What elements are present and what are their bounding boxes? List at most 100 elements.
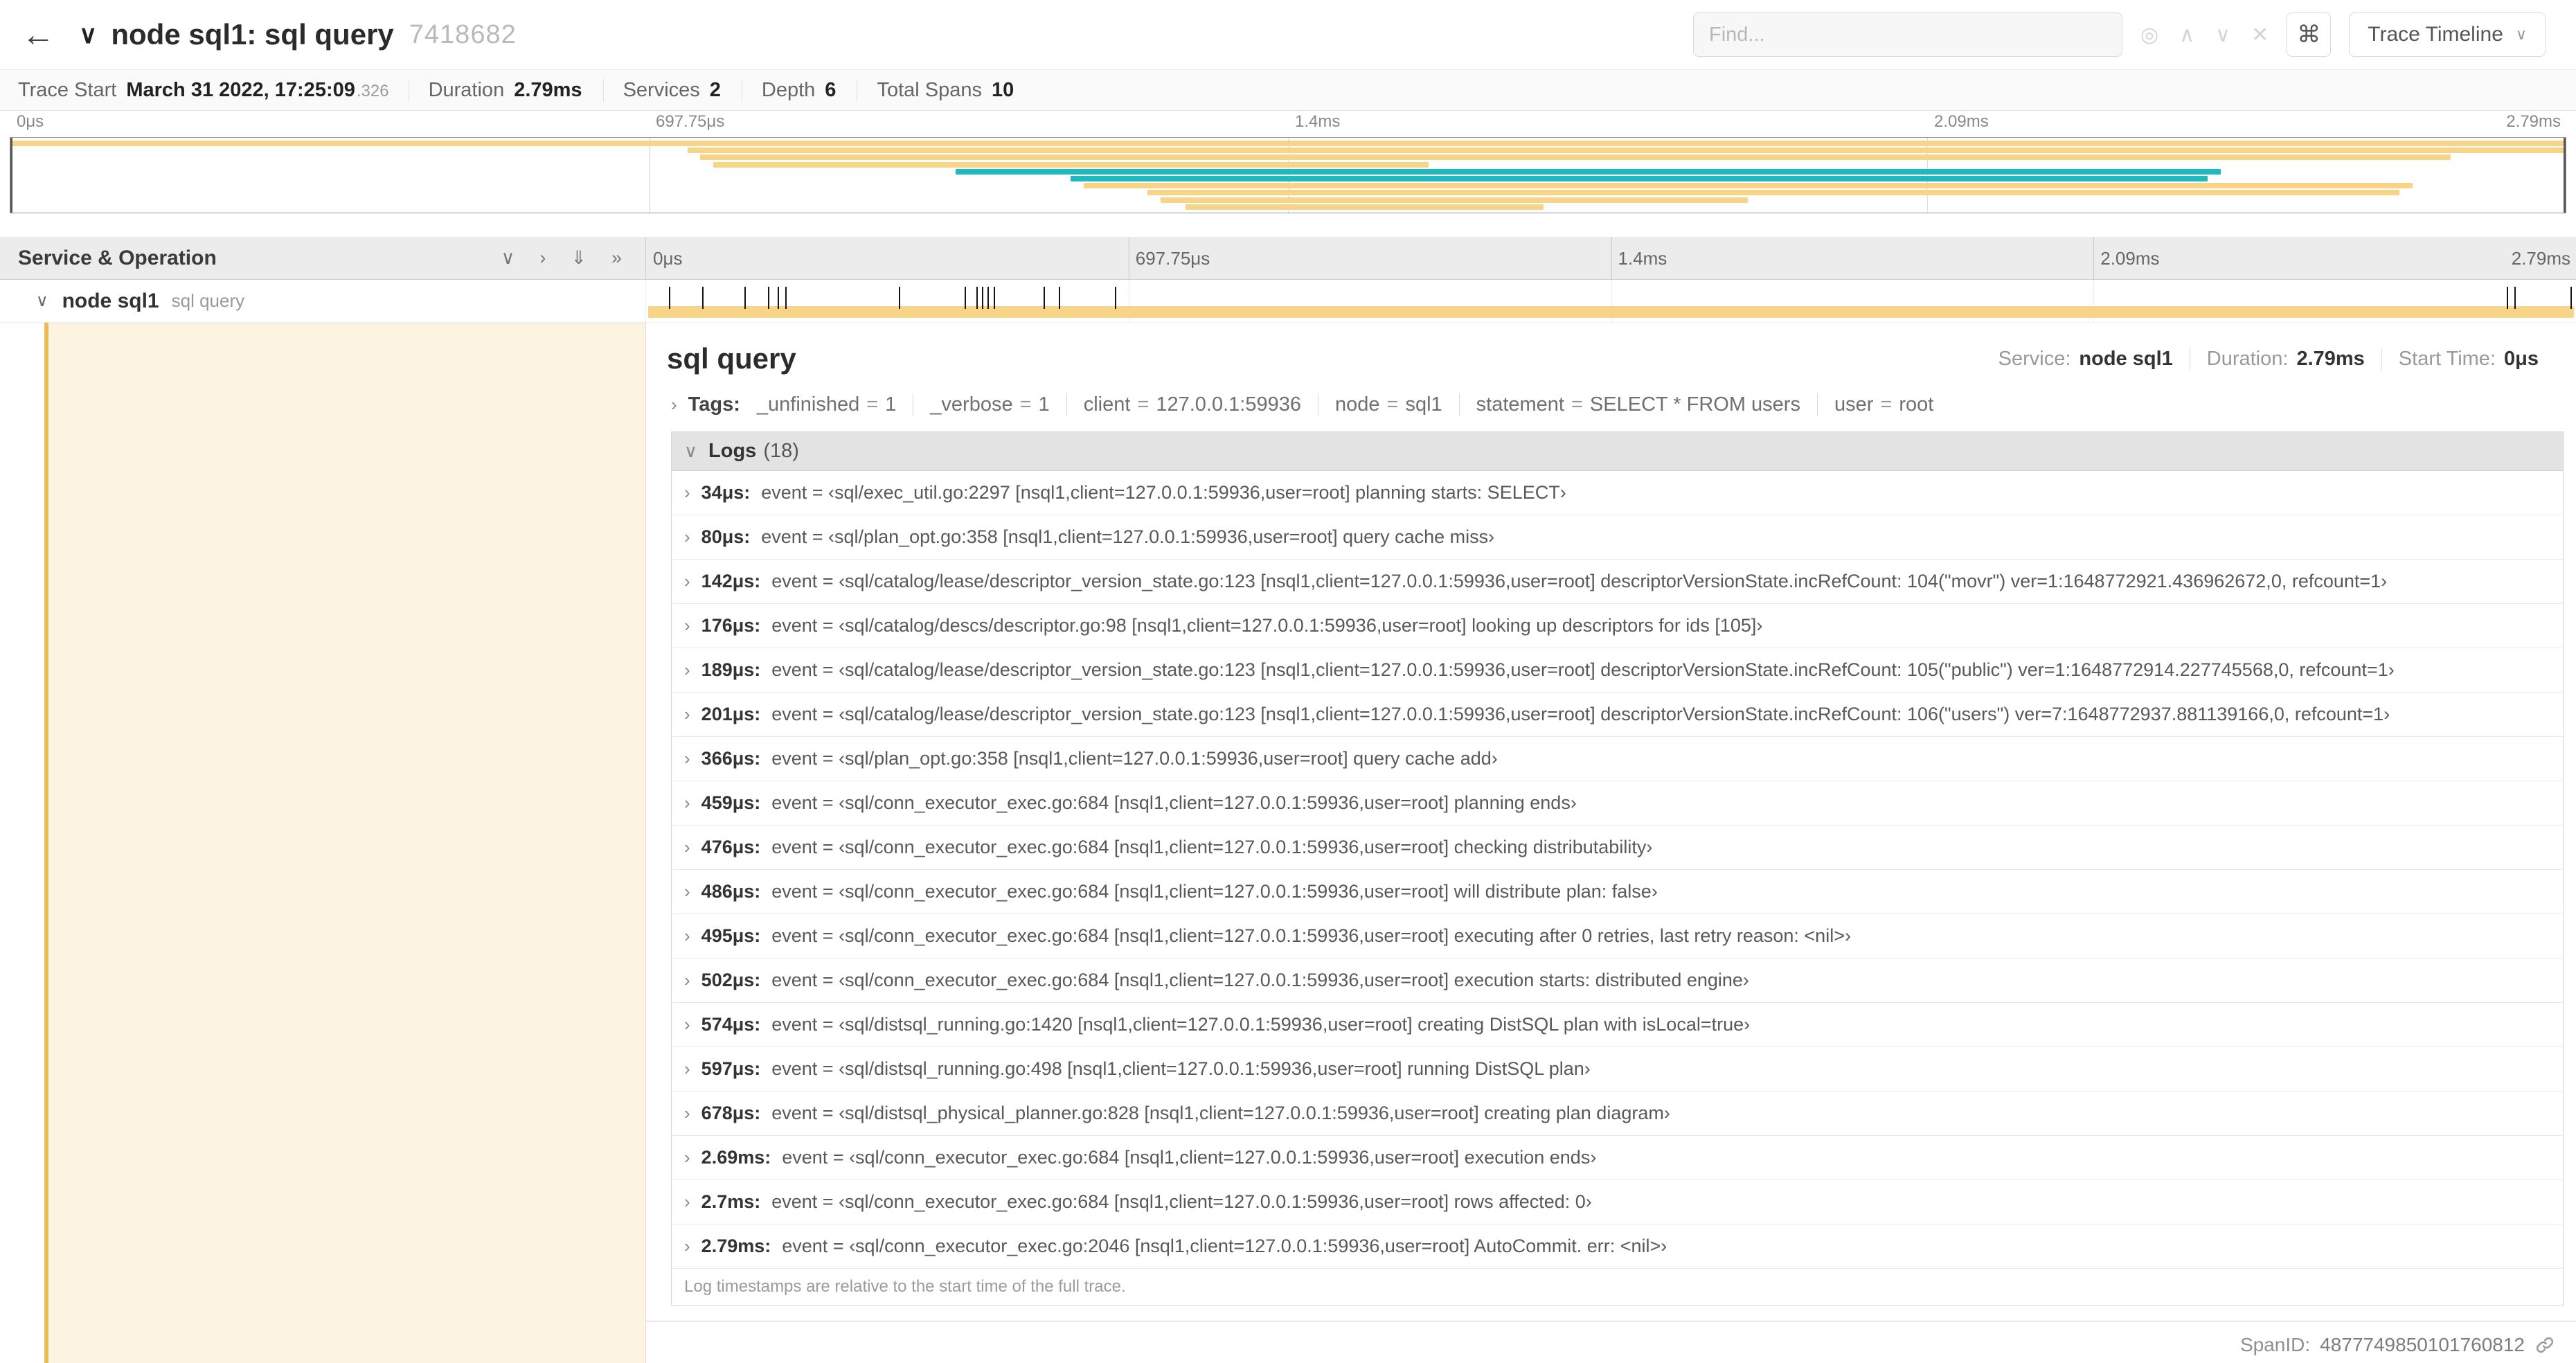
- equals-sign: =: [866, 393, 879, 416]
- back-arrow-icon: ←: [21, 16, 55, 53]
- log-entry[interactable]: › 142μs: event = ‹sql/catalog/lease/desc…: [672, 560, 2563, 604]
- viewport-scrubber-left[interactable]: [10, 138, 12, 213]
- summary-label: Services: [623, 78, 700, 101]
- log-timestamp: 176μs:: [701, 615, 761, 636]
- log-entry[interactable]: › 189μs: event = ‹sql/catalog/lease/desc…: [672, 648, 2563, 693]
- span-timeline-track[interactable]: [646, 280, 2576, 323]
- overview-value: 0μs: [2504, 347, 2539, 370]
- summary-suffix: .326: [356, 81, 389, 100]
- log-message: event = ‹sql/conn_executor_exec.go:684 […: [771, 1191, 1592, 1212]
- log-entry[interactable]: › 597μs: event = ‹sql/distsql_running.go…: [672, 1047, 2563, 1092]
- summary-item: Duration 2.79ms: [408, 78, 603, 102]
- log-marker-tick: [785, 287, 787, 309]
- chevron-right-icon: ›: [684, 748, 690, 769]
- log-timestamp: 486μs:: [701, 881, 761, 902]
- tags-label: Tags:: [688, 393, 740, 416]
- span-id-row: SpanID: 4877749850101760812: [646, 1327, 2576, 1363]
- log-entry[interactable]: › 459μs: event = ‹sql/conn_executor_exec…: [672, 781, 2563, 826]
- view-selector-label: Trace Timeline: [2368, 23, 2503, 46]
- prev-result-icon[interactable]: ∧: [2179, 23, 2194, 47]
- span-color-indent-line: [44, 323, 48, 1363]
- chevron-right-icon: ›: [684, 1191, 690, 1212]
- summary-item: Trace Start March 31 2022, 17:25:09 .326: [18, 79, 409, 102]
- overview-label: Start Time:: [2398, 347, 2496, 370]
- log-entry[interactable]: › 176μs: event = ‹sql/catalog/descs/desc…: [672, 604, 2563, 648]
- log-entry[interactable]: › 34μs: event = ‹sql/exec_util.go:2297 […: [672, 471, 2563, 515]
- next-result-icon[interactable]: ∨: [2215, 23, 2230, 47]
- logs-footer-note: Log timestamps are relative to the start…: [684, 1277, 1126, 1296]
- summary-value: 2.79ms: [514, 78, 582, 101]
- log-message: event = ‹sql/distsql_running.go:1420 [ns…: [771, 1014, 1751, 1035]
- log-entry[interactable]: › 366μs: event = ‹sql/plan_opt.go:358 [n…: [672, 737, 2563, 781]
- tag-item: statement = SELECT * FROM users: [1458, 393, 1817, 416]
- span-log-ticks: [646, 280, 2576, 322]
- log-entry[interactable]: › 2.7ms: event = ‹sql/conn_executor_exec…: [672, 1180, 2563, 1224]
- back-button[interactable]: ←: [0, 0, 76, 69]
- log-entry[interactable]: › 476μs: event = ‹sql/conn_executor_exec…: [672, 826, 2563, 870]
- log-marker-tick: [1044, 287, 1046, 309]
- summary-value: 10: [991, 78, 1014, 101]
- trace-view-selector[interactable]: Trace Timeline ∨: [2349, 12, 2546, 57]
- chevron-right-icon: ›: [684, 792, 690, 813]
- span-service-name: node sql1: [62, 289, 159, 312]
- trace-header: ← ∨ node sql1: sql query 7418682 ◎ ∧ ∨ ✕…: [0, 0, 2576, 69]
- chevron-right-icon: ›: [684, 1103, 690, 1123]
- log-message: event = ‹sql/conn_executor_exec.go:684 […: [782, 1147, 1597, 1168]
- logs-header[interactable]: ∨ Logs (18): [672, 432, 2563, 471]
- copy-link-icon[interactable]: [2534, 1335, 2555, 1355]
- time-tick-label: 0μs: [653, 248, 683, 269]
- collapse-trace-chevron-icon[interactable]: ∨: [79, 20, 97, 49]
- span-name-column[interactable]: ∨ node sql1 sql query: [0, 280, 646, 323]
- expand-chevron-right-icon[interactable]: ›: [539, 247, 546, 269]
- log-entry[interactable]: › 2.79ms: event = ‹sql/conn_executor_exe…: [672, 1224, 2563, 1269]
- log-marker-tick: [964, 287, 966, 309]
- log-entry[interactable]: › 678μs: event = ‹sql/distsql_physical_p…: [672, 1092, 2563, 1136]
- clear-search-icon[interactable]: ✕: [2251, 23, 2269, 47]
- viewport-scrubber-right[interactable]: [2564, 138, 2566, 213]
- overview-item: Start Time: 0μs: [2381, 347, 2555, 371]
- log-marker-tick: [1059, 287, 1061, 309]
- tags-row[interactable]: › Tags: _unfinished = 1 _verbose = 1 cli…: [646, 386, 2576, 431]
- log-entry[interactable]: › 502μs: event = ‹sql/conn_executor_exec…: [672, 959, 2563, 1003]
- chevron-right-icon: ›: [684, 1236, 690, 1256]
- log-timestamp: 2.69ms:: [701, 1147, 771, 1168]
- log-entry[interactable]: › 486μs: event = ‹sql/conn_executor_exec…: [672, 870, 2563, 914]
- log-message: event = ‹sql/conn_executor_exec.go:684 […: [771, 881, 1658, 902]
- chevron-down-icon[interactable]: ∨: [36, 291, 48, 311]
- log-marker-tick: [899, 287, 901, 309]
- log-marker-tick: [767, 287, 769, 309]
- minimap-span-bar: [1160, 197, 1748, 203]
- span-detail-header: sql query Service: node sql1 Duration: 2…: [646, 323, 2576, 386]
- log-marker-tick: [701, 287, 704, 309]
- minimap-canvas[interactable]: [10, 137, 2566, 213]
- collapse-all-chevron-down-icon[interactable]: ∨: [501, 247, 515, 269]
- equals-sign: =: [1386, 393, 1399, 416]
- summary-value: 6: [825, 78, 837, 101]
- find-controls: ◎ ∧ ∨ ✕: [2140, 23, 2269, 47]
- log-message: event = ‹sql/catalog/descs/descriptor.go…: [771, 615, 1763, 636]
- log-message: event = ‹sql/plan_opt.go:358 [nsql1,clie…: [761, 526, 1495, 547]
- log-entry[interactable]: › 80μs: event = ‹sql/plan_opt.go:358 [ns…: [672, 515, 2563, 560]
- tag-value: sql1: [1405, 393, 1442, 416]
- time-tick-label: 1.4ms: [1618, 248, 1667, 269]
- find-focus-icon[interactable]: ◎: [2140, 23, 2158, 47]
- log-entry[interactable]: › 2.69ms: event = ‹sql/conn_executor_exe…: [672, 1136, 2563, 1180]
- span-row: ∨ node sql1 sql query: [0, 280, 2576, 323]
- collapse-level-double-chevron-down-icon[interactable]: ⇓: [571, 247, 587, 269]
- log-entry[interactable]: › 574μs: event = ‹sql/distsql_running.go…: [672, 1003, 2563, 1047]
- time-tick-label: 1.4ms: [1295, 112, 1341, 131]
- command-icon: ⌘: [2297, 21, 2321, 48]
- trace-minimap[interactable]: 0μs 697.75μs 1.4ms 2.09ms 2.79ms: [0, 111, 2576, 216]
- keyboard-shortcuts-button[interactable]: ⌘: [2287, 12, 2332, 57]
- log-entry[interactable]: › 495μs: event = ‹sql/conn_executor_exec…: [672, 914, 2563, 959]
- summary-value: 2: [709, 78, 721, 101]
- expand-all-double-chevron-right-icon[interactable]: »: [611, 247, 622, 269]
- find-input[interactable]: [1693, 12, 2122, 57]
- tag-item: _unfinished = 1: [757, 393, 913, 416]
- log-entry[interactable]: › 201μs: event = ‹sql/catalog/lease/desc…: [672, 693, 2563, 737]
- detail-left-gutter: [0, 323, 646, 1363]
- chevron-right-icon: ›: [684, 837, 690, 857]
- summary-label: Duration: [428, 78, 505, 101]
- logs-list: › 34μs: event = ‹sql/exec_util.go:2297 […: [672, 471, 2563, 1269]
- timeline-header-row: Service & Operation ∨ › ⇓ » 0μs 697.75μs 1…: [0, 237, 2576, 280]
